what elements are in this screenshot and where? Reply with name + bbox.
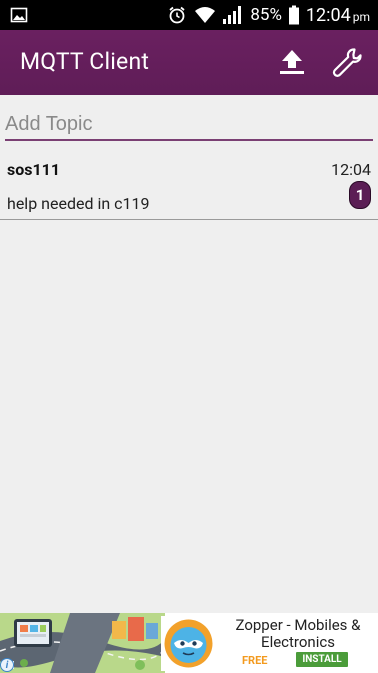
message-topic: sos111 [7,160,61,179]
ad-title: Zopper - Mobiles & Electronics [235,616,361,651]
app-bar: MQTT Client [0,30,378,95]
ad-info-icon[interactable]: i [0,658,14,672]
alarm-icon [166,4,188,26]
ad-price-label: FREE [242,654,268,667]
clock-time: 12:04 [305,4,351,26]
add-topic-input[interactable] [5,108,373,140]
status-bar: 85% 12:04 pm [0,0,378,30]
add-topic-underline [5,139,373,141]
screen: 85% 12:04 pm MQTT Client Add Topic sos11… [0,0,378,673]
app-title: MQTT Client [20,48,150,75]
wifi-icon [194,4,216,26]
status-right-group: 85% 12:04 pm [166,0,370,30]
ad-install-button[interactable]: INSTALL [296,652,348,667]
zopper-logo-icon [161,616,216,671]
ad-city-illustration [0,613,165,673]
signal-icon [222,4,244,26]
message-list-item[interactable]: sos111 12:04 1 help needed in c119 [0,149,378,220]
ad-banner[interactable]: Zopper - Mobiles & Electronics FREE INST… [0,613,378,673]
message-divider [0,219,378,220]
image-icon [10,6,28,24]
unread-count-badge: 1 [349,181,371,209]
settings-button[interactable] [330,46,366,80]
battery-percentage: 85% [250,5,282,25]
wrench-icon [332,48,362,77]
clock-ampm: pm [352,9,370,24]
message-body: help needed in c119 [7,194,150,213]
upload-button[interactable] [274,46,310,80]
message-time: 12:04 [331,160,371,179]
upload-icon [280,50,304,74]
clock: 12:04 pm [306,5,370,26]
add-topic-field [5,108,373,141]
battery-icon [288,4,300,26]
